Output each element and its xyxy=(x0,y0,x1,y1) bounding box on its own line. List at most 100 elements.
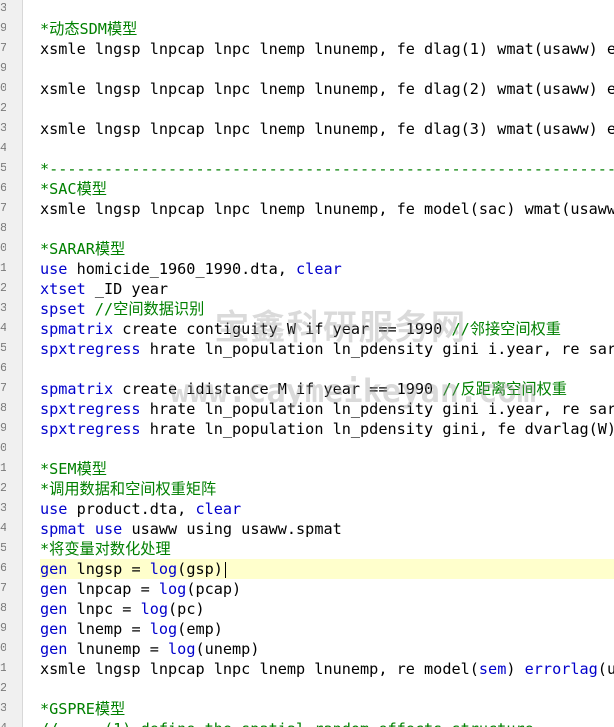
line-number: 6 xyxy=(0,358,6,378)
code-line[interactable]: *SEM模型 xyxy=(40,459,614,479)
code-comment: *将变量对数化处理 xyxy=(40,540,171,558)
line-number: 2 xyxy=(0,278,6,298)
code-line[interactable]: gen lnpcap = log(pcap) xyxy=(40,579,614,599)
code-line[interactable]: spxtregress hrate ln_population ln_pdens… xyxy=(40,339,614,359)
code-line[interactable]: gen lnpc = log(pc) xyxy=(40,599,614,619)
code-keyword: clear xyxy=(195,500,242,518)
code-keyword: spset xyxy=(40,300,86,318)
line-number: 4 xyxy=(0,318,6,338)
line-number: 9 xyxy=(0,18,6,38)
current-code-line[interactable]: gen lngsp = log(gsp) xyxy=(40,559,614,579)
text-cursor xyxy=(224,561,226,578)
code-text: lnunemp = xyxy=(67,640,169,658)
code-keyword: spxtregress xyxy=(40,340,141,358)
code-text: _ID year xyxy=(85,280,169,298)
code-text: (usaww) xyxy=(597,660,614,678)
code-line[interactable] xyxy=(40,99,614,119)
line-number: 0 xyxy=(0,638,6,658)
code-text: product.dta, xyxy=(67,500,196,518)
code-line[interactable]: spset //空间数据识别 xyxy=(40,299,614,319)
code-text: xsmle lngsp lnpcap lnpc lnemp lnunemp, f… xyxy=(40,80,614,98)
code-line[interactable]: gen lnunemp = log(unemp) xyxy=(40,639,614,659)
code-text: create idistance M if year == 1990 xyxy=(113,380,443,398)
code-comment: *GSPRE模型 xyxy=(40,700,126,718)
line-number: 8 xyxy=(0,598,6,618)
code-keyword: spmat xyxy=(40,520,86,538)
line-number: 2 xyxy=(0,678,6,698)
code-line[interactable]: gen lnemp = log(emp) xyxy=(40,619,614,639)
code-comment: *SARAR模型 xyxy=(40,240,126,258)
code-line[interactable]: use product.dta, clear xyxy=(40,499,614,519)
code-line[interactable]: spmatrix create contiguity W if year == … xyxy=(40,319,614,339)
code-line[interactable]: spmat use usaww using usaww.spmat xyxy=(40,519,614,539)
line-number: 7 xyxy=(0,578,6,598)
line-number: 9 xyxy=(0,58,6,78)
code-editor[interactable]: *动态SDM模型 xsmle lngsp lnpcap lnpc lnemp ln… xyxy=(40,0,614,727)
code-line[interactable]: *SARAR模型 xyxy=(40,239,614,259)
code-line[interactable]: xsmle lngsp lnpcap lnpc lnemp lnunemp, r… xyxy=(40,659,614,679)
line-number: 1 xyxy=(0,258,6,278)
code-line[interactable]: use homicide_1960_1990.dta, clear xyxy=(40,259,614,279)
code-keyword: spmatrix xyxy=(40,380,114,398)
code-keyword: use xyxy=(94,520,123,538)
code-text: (gsp) xyxy=(177,560,223,578)
code-line[interactable]: *将变量对数化处理 xyxy=(40,539,614,559)
code-keyword: spxtregress xyxy=(40,420,141,438)
code-line[interactable]: xsmle lngsp lnpcap lnpc lnemp lnunemp, f… xyxy=(40,39,614,59)
code-keyword: sem xyxy=(478,660,507,678)
code-line[interactable] xyxy=(40,679,614,699)
code-line[interactable]: // --- (1) define the spatial random eff… xyxy=(40,719,614,727)
code-line[interactable]: xtset _ID year xyxy=(40,279,614,299)
code-line[interactable]: spmatrix create idistance M if year == 1… xyxy=(40,379,614,399)
code-text: lnpc = xyxy=(67,600,141,618)
line-number: 5 xyxy=(0,538,6,558)
code-line[interactable]: spxtregress hrate ln_population ln_pdens… xyxy=(40,419,614,439)
line-number: 7 xyxy=(0,378,6,398)
code-comment: //空间数据识别 xyxy=(94,300,205,318)
line-number: 4 xyxy=(0,518,6,538)
code-text: hrate ln_population ln_pdensity gini i.y… xyxy=(140,340,614,358)
code-line[interactable]: *调用数据和空间权重矩阵 xyxy=(40,479,614,499)
line-number: 3 xyxy=(0,118,6,138)
code-function: log xyxy=(168,640,196,658)
code-line[interactable] xyxy=(40,139,614,159)
code-line[interactable]: *GSPRE模型 xyxy=(40,699,614,719)
line-number: 0 xyxy=(0,238,6,258)
line-number: 9 xyxy=(0,618,6,638)
line-number: 2 xyxy=(0,478,6,498)
code-line[interactable]: xsmle lngsp lnpcap lnpc lnemp lnunemp, f… xyxy=(40,119,614,139)
code-line[interactable] xyxy=(40,439,614,459)
code-line[interactable]: xsmle lngsp lnpcap lnpc lnemp lnunemp, f… xyxy=(40,199,614,219)
code-line[interactable] xyxy=(40,59,614,79)
code-text: xsmle lngsp lnpcap lnpc lnemp lnunemp, f… xyxy=(40,200,614,218)
code-function: log xyxy=(149,560,178,578)
code-keyword: clear xyxy=(296,260,342,278)
code-line[interactable] xyxy=(40,359,614,379)
code-keyword: use xyxy=(40,260,68,278)
code-keyword: errorlag xyxy=(524,660,598,678)
code-text: hrate ln_population ln_pdensity gini i.y… xyxy=(140,400,614,418)
code-text: create contiguity W if year == 1990 xyxy=(113,320,452,338)
line-number-gutter: 3979023456780123456789012345678901234 xyxy=(0,0,23,727)
code-keyword: gen xyxy=(40,580,68,598)
code-line[interactable]: *SAC模型 xyxy=(40,179,614,199)
line-number: 8 xyxy=(0,398,6,418)
code-comment: // --- (1) define the spatial random eff… xyxy=(40,720,570,727)
code-comment: *SEM模型 xyxy=(40,460,107,478)
code-line[interactable]: spxtregress hrate ln_population ln_pdens… xyxy=(40,399,614,419)
code-text: xsmle lngsp lnpcap lnpc lnemp lnunemp, r… xyxy=(40,660,479,678)
code-line[interactable] xyxy=(40,219,614,239)
code-line[interactable]: *---------------------------------------… xyxy=(40,159,614,179)
line-number: 0 xyxy=(0,438,6,458)
code-line[interactable]: xsmle lngsp lnpcap lnpc lnemp lnunemp, f… xyxy=(40,79,614,99)
code-text: lnemp = xyxy=(67,620,150,638)
code-line[interactable]: *动态SDM模型 xyxy=(40,19,614,39)
code-keyword: gen xyxy=(40,560,68,578)
line-number: 8 xyxy=(0,218,6,238)
line-number: 6 xyxy=(0,178,6,198)
line-number: 3 xyxy=(0,698,6,718)
line-number: 1 xyxy=(0,458,6,478)
code-keyword: gen xyxy=(40,620,68,638)
